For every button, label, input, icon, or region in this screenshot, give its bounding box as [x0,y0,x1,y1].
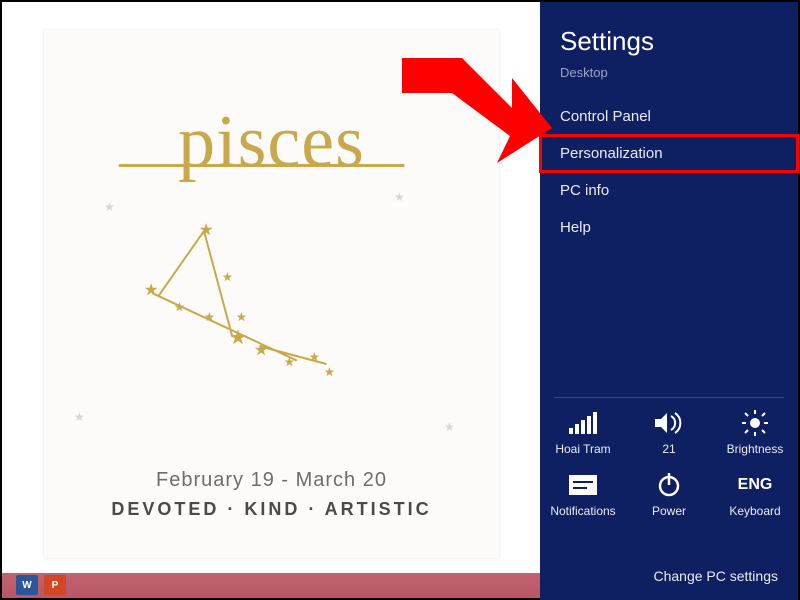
wallpaper-date-range: February 19 - March 20 [44,469,499,492]
settings-item-control-panel[interactable]: Control Panel [540,98,798,135]
change-pc-settings-link[interactable]: Change PC settings [653,568,778,584]
wallpaper-pisces: pisces ★ ★ ★ ★ ★ ★ ★ ★ ★ ★ ★ ★ [44,30,499,558]
network-bars-icon [540,408,626,438]
tile-volume[interactable]: 21 [626,408,712,456]
wallpaper-title: pisces [178,100,365,185]
power-icon [626,470,712,500]
wallpaper-traits: DEVOTED · KIND · ARTISTIC [44,499,499,520]
keyboard-lang-icon: ENG [712,470,798,500]
tile-notifications[interactable]: Notifications [540,470,626,518]
settings-title: Settings [540,26,798,57]
settings-subtitle: Desktop [540,65,798,80]
tile-power[interactable]: Power [626,470,712,518]
tile-network[interactable]: Hoai Tram [540,408,626,456]
constellation-graphic: ★ ★ ★ ★ ★ ★ ★ ★ ★ ★ ★ ★ ★ ★ ★ [144,220,404,390]
notifications-icon [540,470,626,500]
tile-keyboard-label: Keyboard [712,504,798,518]
taskbar: W P [2,573,542,598]
tile-keyboard[interactable]: ENG Keyboard [712,470,798,518]
settings-item-help[interactable]: Help [540,209,798,246]
settings-item-personalization[interactable]: Personalization [540,135,798,172]
taskbar-app-word[interactable]: W [16,575,38,595]
settings-charm-panel: Settings Desktop Control Panel Personali… [540,2,798,600]
taskbar-app-powerpoint[interactable]: P [44,575,66,595]
tile-brightness-label: Brightness [712,442,798,456]
tile-volume-label: 21 [626,442,712,456]
tile-brightness[interactable]: Brightness [712,408,798,456]
tile-notifications-label: Notifications [540,504,626,518]
brightness-icon [712,408,798,438]
tile-power-label: Power [626,504,712,518]
tile-network-label: Hoai Tram [540,442,626,456]
settings-divider [554,397,784,398]
settings-item-pc-info[interactable]: PC info [540,172,798,209]
volume-icon [626,408,712,438]
desktop-area: pisces ★ ★ ★ ★ ★ ★ ★ ★ ★ ★ ★ ★ [2,2,542,577]
settings-quick-tiles: Hoai Tram 21 [540,408,798,518]
